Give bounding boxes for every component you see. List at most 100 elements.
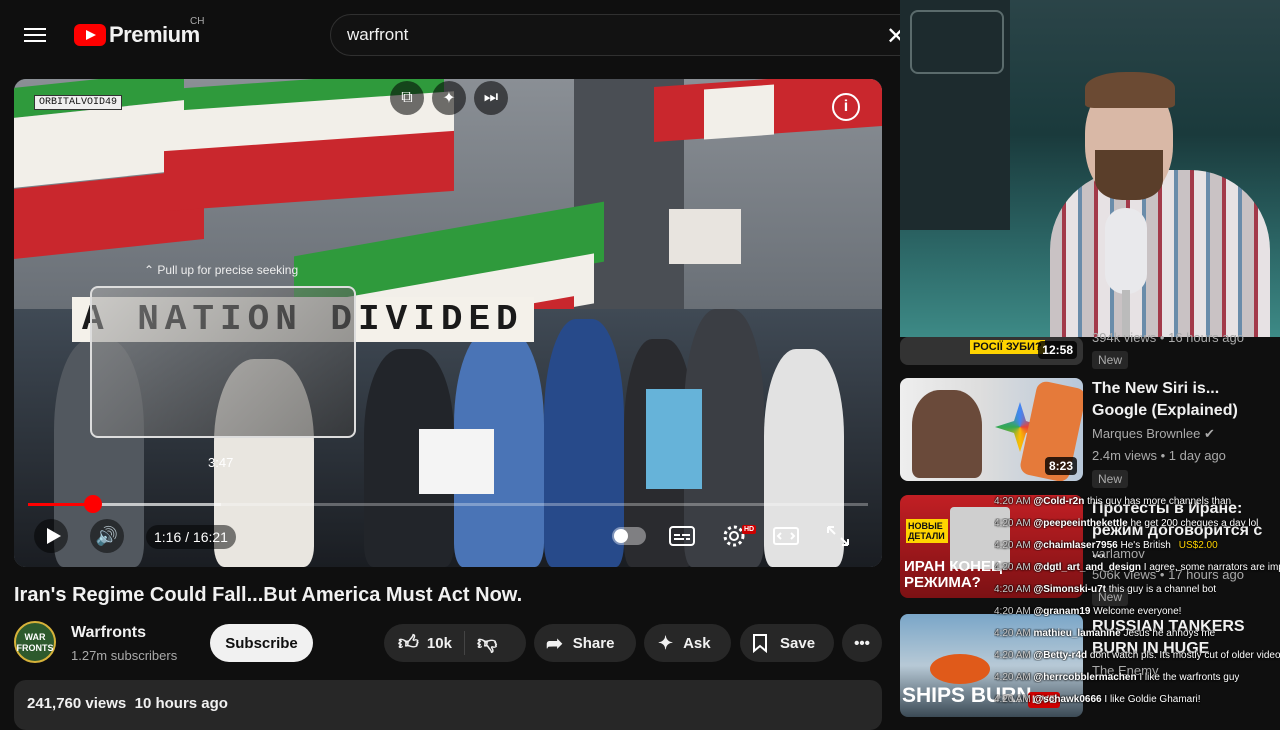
new-badge: New: [1092, 351, 1129, 369]
chat-text: I like the warfronts guy: [1139, 672, 1240, 683]
chat-text: he get 200 cheques a day lol: [1130, 518, 1259, 529]
new-badge: New: [1092, 470, 1129, 488]
view-count: 241,760 views: [27, 695, 127, 712]
channel-avatar[interactable]: WAR FRONTS: [14, 621, 56, 663]
chat-time: 4:20 AM: [994, 518, 1034, 529]
info-icon[interactable]: i: [832, 93, 860, 121]
rec-duration: 12:58: [1038, 341, 1077, 359]
rec-title[interactable]: The New Siri is... Google (Explained): [1092, 378, 1272, 422]
chat-message: 4:20 AM @Betty-r4d dont watch pls. Its m…: [994, 650, 1280, 661]
rec-channel[interactable]: Marques Brownlee ✔: [1092, 426, 1215, 442]
chat-time: 4:20 AM: [994, 672, 1034, 683]
chat-text: He's British: [1120, 540, 1171, 551]
rec-duration: 8:23: [1044, 457, 1077, 475]
rec-thumbnail[interactable]: 8:23: [900, 378, 1083, 481]
search-input[interactable]: warfront: [347, 25, 408, 45]
upload-date: 10 hours ago: [134, 695, 228, 712]
like-button[interactable]: 👍︎ 10k: [384, 631, 465, 655]
save-button[interactable]: Save: [740, 624, 834, 662]
chat-message: 4:20 AM @chaimlaser7956 He's British US$2…: [994, 540, 1218, 551]
sparkle-icon: ✦: [658, 632, 674, 653]
skip-next-icon[interactable]: ⏭: [474, 81, 508, 115]
youtube-play-logo-icon: [74, 24, 106, 46]
ai-sparkle-icon[interactable]: ✦: [432, 81, 466, 115]
chat-message: 4:20 AM mathieu_lamanine Jesus he annoys…: [994, 628, 1215, 639]
menu-icon[interactable]: [24, 24, 46, 46]
chat-user: @Simonski-u7t: [1033, 584, 1109, 595]
bookmark-icon: [753, 634, 767, 653]
chat-time: 4:20 AM: [994, 694, 1034, 705]
thumbs-up-icon: 👍︎: [398, 632, 419, 654]
chat-text: dont watch pls. Its mostly cut of older …: [1089, 650, 1280, 661]
seek-hint: ⌃ Pull up for precise seeking: [144, 263, 299, 277]
rec-meta: 394k views • 16 hours ago: [1092, 330, 1244, 345]
subscribe-button[interactable]: Subscribe: [210, 624, 313, 662]
dislike-button[interactable]: 👎︎: [465, 631, 509, 655]
rec-thumbnail[interactable]: РОСІЇ ЗУБИ? 12:58: [900, 337, 1083, 365]
share-label: Share: [572, 634, 615, 652]
like-count: 10k: [426, 634, 452, 652]
chat-text: this guy has more channels than: [1087, 496, 1232, 507]
chat-message: 4:20 AM @granam19 Welcome everyone!: [994, 606, 1181, 617]
chat-text: I like Goldie Ghamari!: [1104, 694, 1201, 705]
view-stats: 241,760 views 10 hours ago: [27, 695, 228, 712]
chat-message: 4:20 AM @peepeeinthekettle he get 200 ch…: [994, 518, 1258, 529]
chat-user: @granam19: [1033, 606, 1094, 617]
superchat-amount: US$2.00: [1178, 540, 1218, 551]
chat-user: @schawk0666: [1033, 694, 1105, 705]
chat-time: 4:20 AM: [994, 606, 1034, 617]
logo-wordmark: Premium: [109, 22, 200, 47]
chat-text: I agree, some narrators are impossible t…: [1143, 562, 1280, 573]
fullscreen-icon[interactable]: [824, 523, 852, 549]
chat-time: 4:20 AM: [994, 496, 1034, 507]
volume-icon[interactable]: 🔊: [90, 519, 124, 553]
microphone: [1105, 208, 1147, 294]
protest-photo-sign: [419, 429, 494, 494]
protester: [544, 319, 624, 567]
channel-watermark: ORBITALVOID49: [34, 95, 123, 110]
chat-text: Jesus he annoys me: [1123, 628, 1216, 639]
miniplayer-icon[interactable]: ⧉: [390, 81, 424, 115]
chat-text: Welcome everyone!: [1093, 606, 1182, 617]
stream-chat-overlay: 4:20 AM @Cold-r2n this guy has more chan…: [994, 496, 1280, 720]
share-button[interactable]: ➦ Share: [534, 624, 636, 662]
chat-user: @herrcobblermachen: [1033, 672, 1140, 683]
theater-mode-icon[interactable]: [772, 523, 800, 549]
chat-user: @chaimlaser7956: [1033, 540, 1121, 551]
chat-time: 4:20 AM: [994, 540, 1034, 551]
subtitles-icon[interactable]: [668, 523, 696, 549]
rec-thumb-label: НОВЫЕ ДЕТАЛИ: [906, 519, 948, 543]
chat-user: @Betty-r4d: [1033, 650, 1090, 661]
chat-time: 4:20 AM: [994, 584, 1034, 595]
chat-message: 4:20 AM @Simonski-u7t this guy is a chan…: [994, 584, 1216, 595]
seek-preview-time: 3:47: [208, 455, 234, 470]
subscriber-count: 1.27m subscribers: [71, 648, 178, 663]
time-display: 1:16 / 16:21: [146, 525, 236, 549]
chat-time: 4:20 AM: [994, 562, 1034, 573]
video-title: Iran's Regime Could Fall...But America M…: [14, 584, 523, 606]
channel-name[interactable]: Warfronts: [71, 624, 146, 642]
chat-user: @peepeeinthekettle: [1033, 518, 1131, 529]
play-button[interactable]: [34, 519, 68, 553]
chat-time: 4:20 AM: [994, 628, 1034, 639]
autoplay-toggle[interactable]: [612, 527, 646, 545]
webcam-poster-frame: [910, 10, 1004, 74]
country-code: CH: [190, 16, 205, 27]
share-arrow-icon: ➦: [546, 632, 563, 655]
progress-scrubber[interactable]: [84, 495, 102, 513]
save-label: Save: [780, 634, 816, 652]
chat-time: 4:20 AM: [994, 650, 1034, 661]
youtube-premium-logo[interactable]: Premium CH: [74, 16, 204, 48]
search-box[interactable]: [330, 14, 910, 56]
chat-message: 4:20 AM @schawk0666 I like Goldie Ghamar…: [994, 694, 1201, 705]
chat-message: 4:20 AM @Cold-r2n this guy has more chan…: [994, 496, 1231, 507]
video-player[interactable]: ORBITALVOID49 ⧉ ✦ ⏭ i A NATION DIVIDED ⌃…: [14, 79, 882, 567]
ask-button[interactable]: ✦ Ask: [644, 624, 731, 662]
chat-user: mathieu_lamanine: [1033, 628, 1124, 639]
rec-meta: 2.4m views • 1 day ago: [1092, 448, 1226, 463]
chat-text: this guy is a channel bot: [1108, 584, 1217, 595]
streamer-sweater: [1050, 170, 1270, 337]
more-actions-icon[interactable]: •••: [842, 624, 882, 662]
chat-user: @Cold-r2n: [1033, 496, 1088, 507]
streamer-hair: [1085, 72, 1175, 108]
